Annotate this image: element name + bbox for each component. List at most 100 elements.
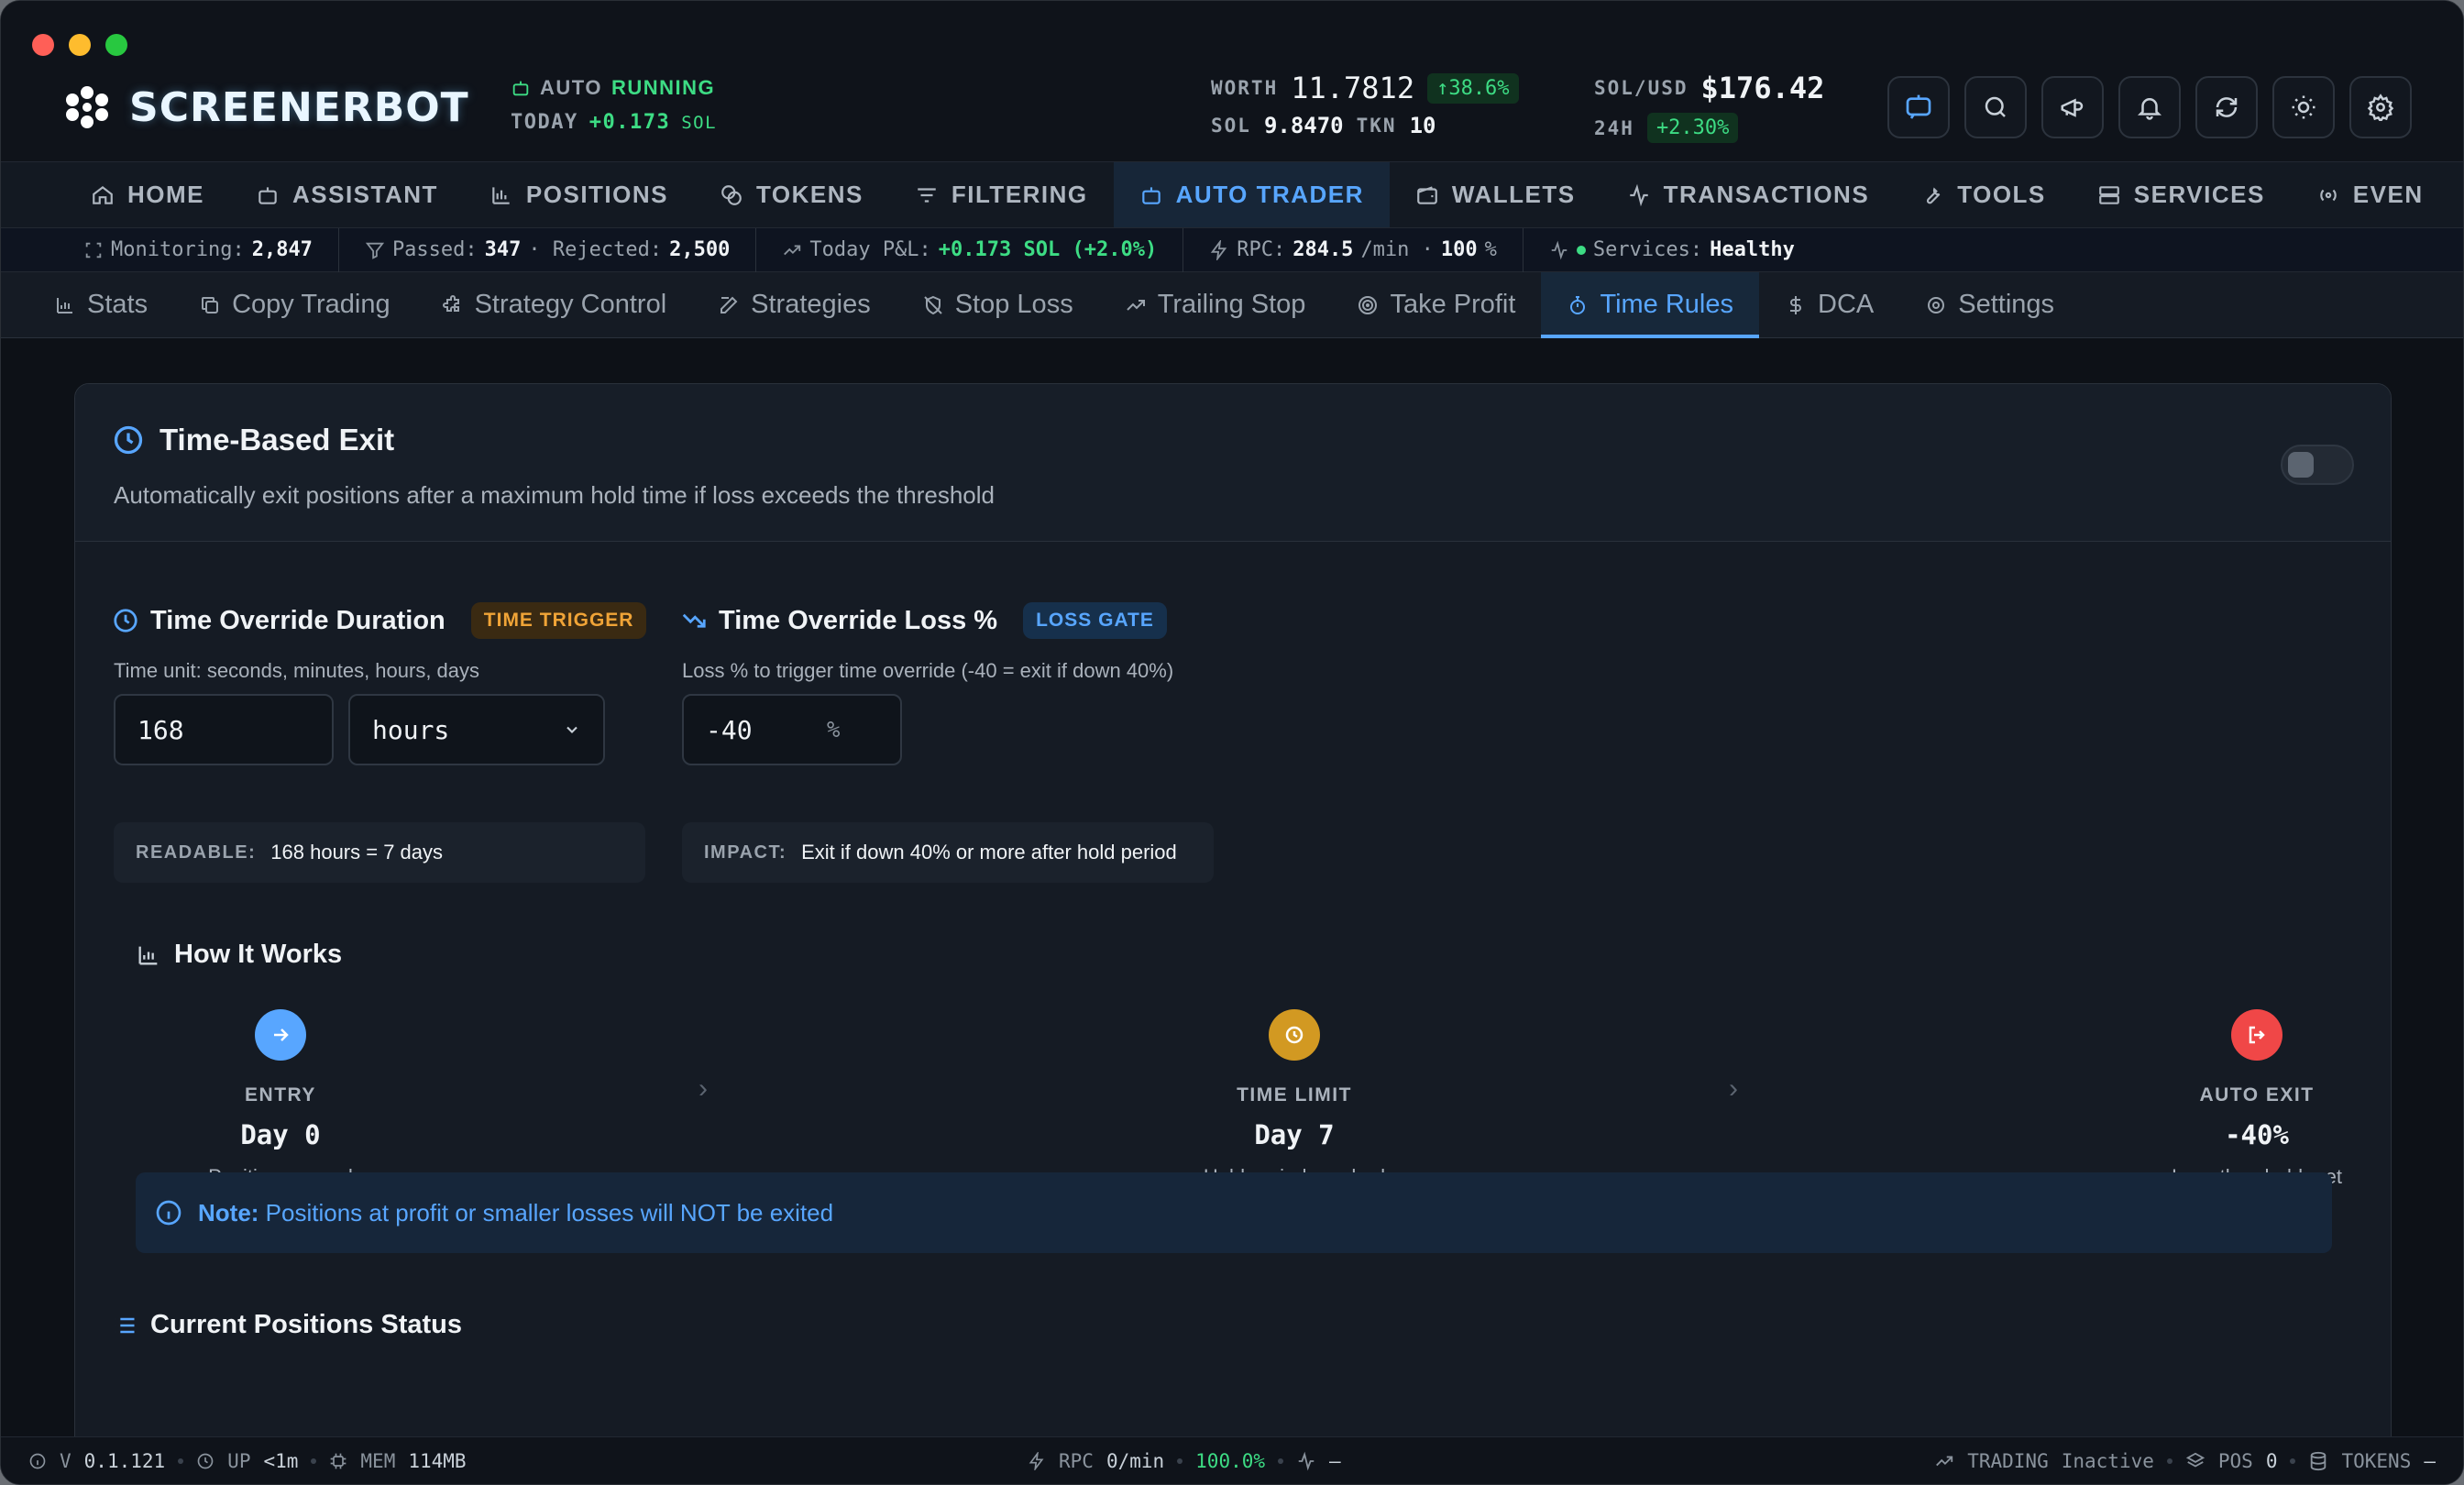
tab-strategy-control[interactable]: Strategy Control (416, 272, 693, 337)
theme-toggle-button[interactable] (2272, 76, 2335, 138)
duration-unit-select[interactable]: hours (348, 694, 605, 765)
notifications-button[interactable] (2118, 76, 2181, 138)
nav-label: POSITIONS (525, 181, 668, 208)
coins-icon (721, 184, 742, 205)
stopwatch-icon (1570, 295, 1586, 314)
tab-settings[interactable]: Settings (1899, 272, 2080, 337)
rpc-value: 284.5 (1292, 238, 1354, 261)
pnl-stat: Today P&L: +0.173 SOL (+2.0%) (782, 227, 1184, 272)
separator-dot (1278, 1458, 1284, 1464)
nav-label: AUTO TRADER (1175, 181, 1364, 208)
assistant-button[interactable] (1887, 76, 1950, 138)
stats-icon (57, 297, 72, 314)
nav-assistant[interactable]: ASSISTANT (230, 162, 464, 227)
tab-time-rules[interactable]: Time Rules (1541, 272, 1760, 338)
nav-home[interactable]: HOME (65, 162, 230, 227)
loss-unit: % (827, 717, 841, 742)
maximize-window-button[interactable] (105, 34, 127, 56)
settings-button[interactable] (2349, 76, 2412, 138)
nav-wallets[interactable]: WALLETS (1390, 162, 1601, 227)
refresh-button[interactable] (2195, 76, 2258, 138)
tab-label: Strategies (751, 290, 871, 319)
clock-icon (197, 1453, 214, 1469)
readable-strip: READABLE: 168 hours = 7 days (114, 822, 645, 883)
search-button[interactable] (1964, 76, 2027, 138)
tab-trailing-stop[interactable]: Trailing Stop (1099, 272, 1332, 337)
tkn-value: 10 (1409, 113, 1436, 138)
trend-down-icon (682, 613, 706, 628)
how-it-works-title-row: How It Works (136, 940, 342, 970)
rpc-percent-unit: % (1484, 238, 1497, 261)
nav-filtering[interactable]: FILTERING (889, 162, 1114, 227)
chevron-down-icon (566, 726, 578, 733)
rpc-stat: RPC: 284.5 /min · 100 % (1209, 227, 1524, 272)
nav-transactions[interactable]: TRANSACTIONS (1601, 162, 1896, 227)
impact-label: IMPACT: (704, 842, 787, 863)
monitoring-stat: Monitoring: 2,847 (83, 227, 339, 272)
footer-activity-value: – (1329, 1450, 1341, 1472)
wallet-icon (1417, 185, 1437, 204)
auto-label: AUTO (540, 76, 602, 99)
step-value: Day 0 (240, 1119, 321, 1150)
time-exit-toggle[interactable] (2281, 445, 2354, 485)
services-stat: Services: Healthy (1549, 228, 1820, 272)
readable-value: 168 hours = 7 days (270, 841, 444, 864)
services-value: Healthy (1710, 238, 1795, 261)
trading-label: TRADING (1967, 1450, 2049, 1472)
nav-services[interactable]: SERVICES (2072, 162, 2291, 227)
services-status-dot (1576, 245, 1586, 255)
step-label: ENTRY (245, 1084, 316, 1106)
nav-label: WALLETS (1451, 181, 1576, 208)
database-icon (2311, 1451, 2326, 1471)
separator-dot (2166, 1458, 2172, 1464)
arrow-right-icon (255, 1009, 306, 1061)
step-label: TIME LIMIT (1237, 1084, 1352, 1106)
card-subtitle: Automatically exit positions after a max… (114, 481, 995, 509)
app-logo[interactable]: SCREENERBOT (63, 83, 469, 131)
logout-icon (2231, 1009, 2282, 1061)
services-label: Services: (1592, 238, 1703, 261)
list-icon (115, 1317, 135, 1333)
rejected-value: 2,500 (669, 238, 731, 261)
nav-label: SERVICES (2133, 181, 2265, 208)
bar-chart-icon (492, 186, 510, 204)
content-area: Time-Based Exit Automatically exit posit… (1, 339, 2463, 1483)
uptime-value: <1m (263, 1450, 299, 1472)
tab-take-profit[interactable]: Take Profit (1331, 272, 1541, 337)
tab-label: Stop Loss (954, 290, 1073, 319)
nav-auto-trader[interactable]: AUTO TRADER (1113, 162, 1390, 227)
close-window-button[interactable] (32, 34, 54, 56)
announcements-button[interactable] (2041, 76, 2104, 138)
nav-label: ASSISTANT (292, 181, 438, 208)
time-based-exit-card: Time-Based Exit Automatically exit posit… (74, 383, 2392, 1483)
today-unit: SOL (681, 113, 718, 133)
nav-positions[interactable]: POSITIONS (464, 162, 694, 227)
tokens-value: – (2424, 1450, 2436, 1472)
sub-tabs: Stats Copy Trading Strategy Control Stra… (1, 272, 2463, 338)
rpc-unit: /min · (1360, 238, 1434, 261)
tab-label: Settings (1958, 290, 2055, 319)
search-icon (1985, 96, 2006, 117)
home-icon (93, 185, 113, 204)
tab-strategies[interactable]: Strategies (692, 272, 896, 337)
megaphone-icon (2061, 98, 2084, 117)
loss-input[interactable]: -40 % (682, 694, 902, 765)
separator-dot (178, 1458, 184, 1464)
gear-icon (1928, 296, 1945, 314)
top-header: SCREENERBOT AUTO RUNNING TODAY +0.173 SO… (1, 1, 2463, 162)
nav-tools[interactable]: TOOLS (1895, 162, 2072, 227)
pulse-icon (1298, 1451, 1314, 1471)
duration-input[interactable]: 168 (114, 694, 334, 765)
tab-stop-loss[interactable]: Stop Loss (896, 272, 1099, 337)
nav-events[interactable]: EVEN (2291, 162, 2449, 227)
tab-copy-trading[interactable]: Copy Trading (173, 272, 416, 337)
readable-label: READABLE: (136, 842, 257, 863)
tab-dca[interactable]: DCA (1759, 272, 1899, 337)
h24-label: 24H (1594, 116, 1634, 139)
step-auto-exit: AUTO EXIT -40% Loss threshold met (2119, 1009, 2391, 1189)
tab-stats[interactable]: Stats (28, 272, 173, 337)
loss-value: -40 (706, 714, 753, 745)
monitoring-label: Monitoring: (111, 238, 245, 261)
minimize-window-button[interactable] (69, 34, 91, 56)
nav-tokens[interactable]: TOKENS (694, 162, 889, 227)
